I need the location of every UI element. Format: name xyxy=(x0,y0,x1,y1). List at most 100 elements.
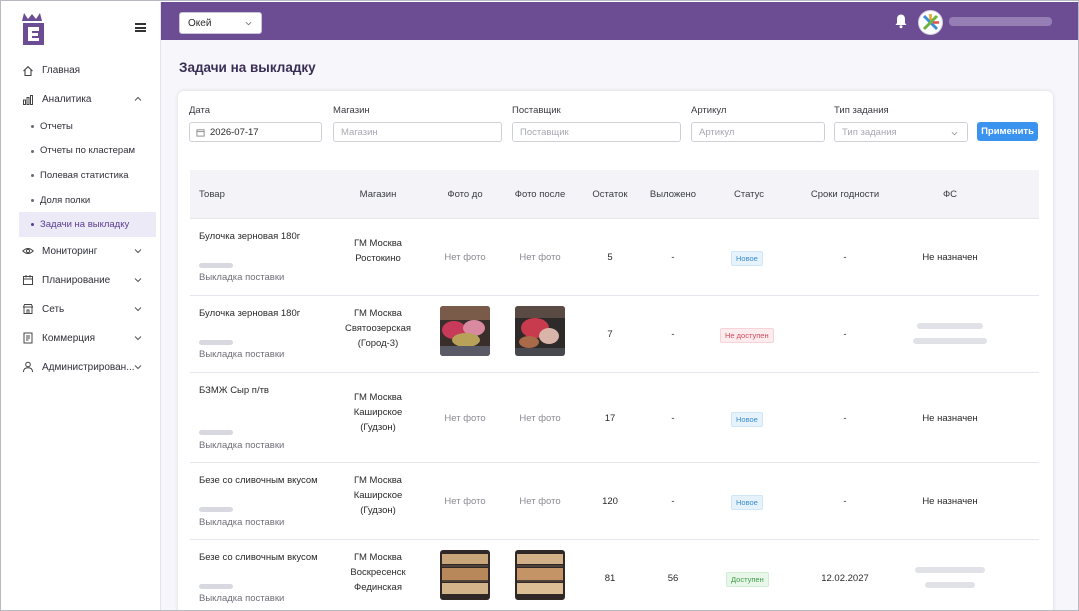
sidebar-item-administration[interactable]: Администрирован... xyxy=(2,353,160,382)
tasks-card: Дата 2026-07-17 Магазин Магазин Поставщи… xyxy=(178,91,1053,610)
chevron-down-icon xyxy=(134,305,142,313)
sidebar-item-home[interactable]: Главная xyxy=(2,56,160,85)
status-badge: Новое xyxy=(731,412,763,427)
product-name: Безе со сливочным вкусом xyxy=(199,552,318,563)
task-type: Выкладка поставки xyxy=(199,349,285,360)
menu-toggle-icon[interactable] xyxy=(135,23,146,32)
store-name: ГМ Москва Святоозерская (Город-3) xyxy=(344,308,411,349)
table-row[interactable]: Булочка зерновая 180г Выкладка поставки … xyxy=(190,295,1039,372)
sidebar-item-label: Аналитика xyxy=(42,94,92,105)
table-header: Товар Магазин Фото до Фото после Остаток… xyxy=(190,170,1039,218)
stock-value: 17 xyxy=(604,413,616,424)
chevron-down-icon xyxy=(245,19,252,26)
sidebar-subitem-display-tasks[interactable]: Задачи на выкладку xyxy=(19,212,156,237)
filter-article-placeholder: Артикул xyxy=(699,127,735,138)
fs-value: Не назначен xyxy=(922,496,978,507)
filter-supplier-label: Поставщик xyxy=(512,105,561,116)
filter-store-label: Магазин xyxy=(333,105,370,116)
photo-after-empty: Нет фото xyxy=(519,496,561,507)
avatar[interactable] xyxy=(918,10,943,35)
sidebar-item-planning[interactable]: Планирование xyxy=(2,266,160,295)
product-name: Безе со сливочным вкусом xyxy=(199,475,318,486)
column-header-stock[interactable]: Остаток xyxy=(585,189,635,200)
eye-icon xyxy=(22,245,34,257)
filter-supplier-input[interactable]: Поставщик xyxy=(512,122,681,142)
expiry-value: - xyxy=(843,329,847,340)
filter-article-input[interactable]: Артикул xyxy=(691,122,825,142)
filter-task-type-select[interactable]: Тип задания xyxy=(834,122,968,142)
filter-date-input[interactable]: 2026-07-17 xyxy=(189,122,322,142)
column-header-status[interactable]: Статус xyxy=(710,189,788,200)
sidebar-item-label: Администрирован... xyxy=(42,361,135,373)
column-header-expiry[interactable]: Сроки годности xyxy=(795,189,895,200)
placed-value: - xyxy=(671,252,675,263)
filter-store-input[interactable]: Магазин xyxy=(333,122,502,142)
column-header-store[interactable]: Магазин xyxy=(338,189,418,200)
user-email-blurred[interactable] xyxy=(949,17,1052,26)
apply-button[interactable]: Применить xyxy=(977,122,1038,141)
app-window: Главная Аналитика Отчеты Отчеты по класт… xyxy=(0,0,1079,611)
bell-icon[interactable] xyxy=(894,13,908,29)
page-title: Задачи на выкладку xyxy=(179,60,316,75)
table-row[interactable]: Булочка зерновая 180г Выкладка поставки … xyxy=(190,218,1039,295)
table-row[interactable]: Безе со сливочным вкусом Выкладка постав… xyxy=(190,539,1039,610)
app-logo[interactable] xyxy=(20,11,50,47)
table-row[interactable]: БЗМЖ Сыр п/тв Выкладка поставки ГМ Москв… xyxy=(190,372,1039,462)
store-name: ГМ Москва Ростокино xyxy=(354,238,402,264)
stock-value: 7 xyxy=(607,329,613,340)
sidebar-item-network[interactable]: Сеть xyxy=(2,295,160,324)
status-badge: Доступен xyxy=(726,572,769,587)
task-type: Выкладка поставки xyxy=(199,517,285,528)
user-icon xyxy=(22,361,34,373)
filter-date-value: 2026-07-17 xyxy=(210,127,259,138)
product-sku-blurred xyxy=(199,340,233,345)
sidebar-item-label: Мониторинг xyxy=(42,245,98,257)
product-sku-blurred xyxy=(199,507,233,512)
chain-select-value: Окей xyxy=(188,18,212,29)
sidebar-item-analytics[interactable]: Аналитика xyxy=(2,85,160,114)
bar-chart-icon xyxy=(22,94,34,106)
photo-after-thumbnail[interactable] xyxy=(515,306,565,356)
table-row[interactable]: Безе со сливочным вкусом Выкладка постав… xyxy=(190,462,1039,539)
column-header-placed[interactable]: Выложено xyxy=(642,189,704,200)
filter-task-type-placeholder: Тип задания xyxy=(842,127,897,138)
chain-select[interactable]: Окей xyxy=(179,12,262,34)
column-header-fs[interactable]: ФС xyxy=(900,189,1000,200)
photo-after-empty: Нет фото xyxy=(519,252,561,263)
sidebar-item-monitoring[interactable]: Мониторинг xyxy=(2,237,160,266)
photo-after-thumbnail[interactable] xyxy=(515,550,565,600)
sidebar-item-label: Коммерция xyxy=(42,332,95,344)
sidebar-item-commerce[interactable]: Коммерция xyxy=(2,324,160,353)
product-name: Булочка зерновая 180г xyxy=(199,231,301,242)
status-badge: Новое xyxy=(731,495,763,510)
photo-before-empty: Нет фото xyxy=(444,496,486,507)
filter-store-placeholder: Магазин xyxy=(341,127,378,138)
fs-name-blurred xyxy=(917,323,983,329)
sidebar-subitem-shelf-share[interactable]: Доля полки xyxy=(2,188,160,213)
stock-value: 81 xyxy=(604,573,616,584)
calendar-icon xyxy=(22,274,34,286)
column-header-photo-before[interactable]: Фото до xyxy=(430,189,500,200)
sidebar-subitem-cluster-reports[interactable]: Отчеты по кластерам xyxy=(2,139,160,164)
expiry-value: - xyxy=(843,413,847,424)
photo-before-empty: Нет фото xyxy=(444,413,486,424)
photo-before-thumbnail[interactable] xyxy=(440,306,490,356)
sidebar-subitem-field-stats[interactable]: Полевая статистика xyxy=(2,163,160,188)
photo-after-empty: Нет фото xyxy=(519,413,561,424)
product-name: Булочка зерновая 180г xyxy=(199,308,301,319)
chevron-down-icon xyxy=(134,276,142,284)
top-bar: Окей xyxy=(161,2,1078,40)
fs-name-blurred xyxy=(925,582,975,588)
column-header-photo-after[interactable]: Фото после xyxy=(505,189,575,200)
expiry-value: - xyxy=(843,496,847,507)
photo-before-thumbnail[interactable] xyxy=(440,550,490,600)
store-name: ГМ Москва Каширское (Гудзон) xyxy=(353,475,403,516)
task-type: Выкладка поставки xyxy=(199,593,285,604)
column-header-product[interactable]: Товар xyxy=(199,189,225,200)
placed-value: - xyxy=(671,329,675,340)
expiry-value: 12.02.2027 xyxy=(821,573,869,584)
sidebar-subitem-reports[interactable]: Отчеты xyxy=(2,114,160,139)
expiry-value: - xyxy=(843,252,847,263)
fs-value: Не назначен xyxy=(922,252,978,263)
sidebar-subitem-label: Задачи на выкладку xyxy=(40,219,130,231)
